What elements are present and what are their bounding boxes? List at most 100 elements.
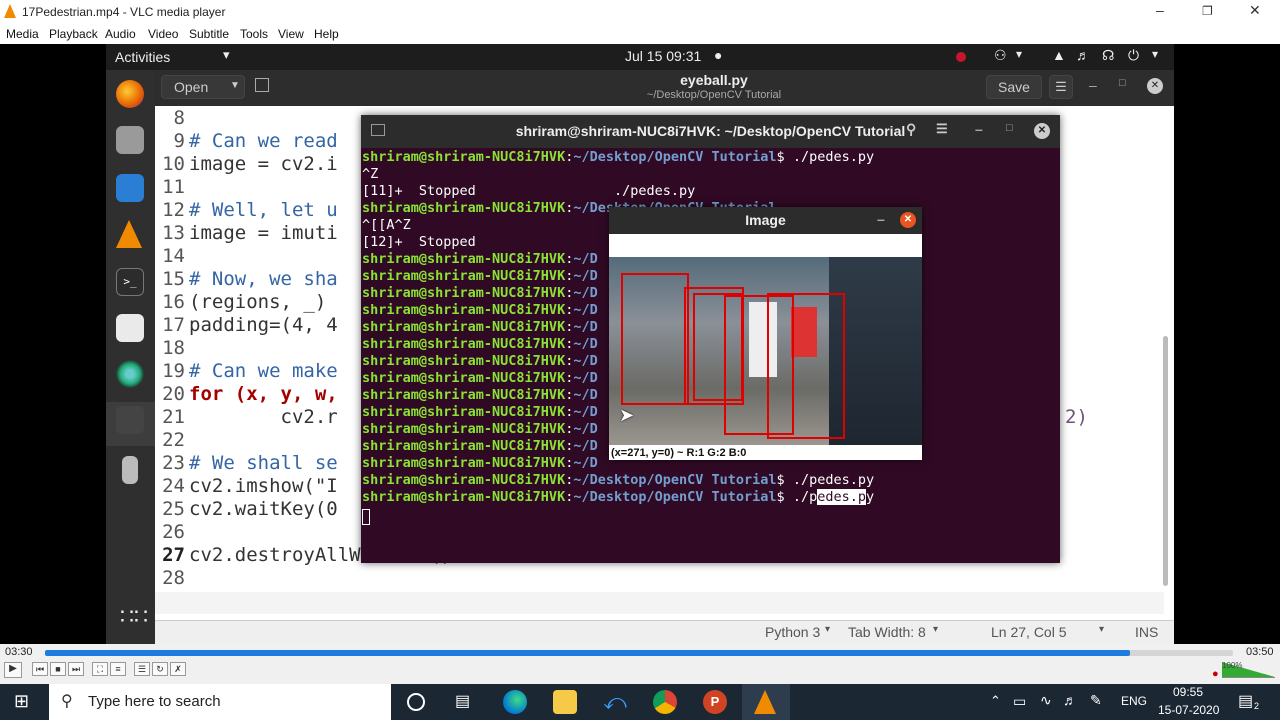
- close-icon[interactable]: ✕: [1034, 123, 1050, 139]
- taskbar-time[interactable]: 09:55: [1173, 685, 1203, 699]
- text-editor-icon[interactable]: [116, 314, 144, 342]
- pen-icon[interactable]: ✎: [1090, 692, 1102, 709]
- menu-audio[interactable]: Audio: [105, 27, 136, 41]
- notification-dot-icon: ●: [714, 47, 723, 63]
- language-selector[interactable]: Python 3: [765, 624, 820, 640]
- time-total: 03:50: [1246, 646, 1274, 658]
- windows-start-icon[interactable]: ⊞: [14, 691, 29, 712]
- mute-icon[interactable]: ●: [1212, 668, 1219, 680]
- stop-icon[interactable]: ■: [50, 662, 66, 676]
- notification-icon[interactable]: ▤: [1238, 691, 1253, 711]
- scrollbar[interactable]: [1163, 336, 1168, 586]
- previous-icon[interactable]: ⏮: [32, 662, 48, 676]
- save-button[interactable]: Save: [986, 75, 1042, 99]
- close-icon[interactable]: ✕: [1249, 2, 1261, 19]
- chevron-down-icon[interactable]: ▾: [933, 624, 938, 635]
- menu-view[interactable]: View: [278, 27, 304, 41]
- taskbar-date[interactable]: 15-07-2020: [1158, 703, 1219, 717]
- minimize-icon[interactable]: –: [877, 211, 885, 227]
- accessibility-icon[interactable]: ⚇: [994, 47, 1007, 64]
- code-line: (regions, _): [189, 291, 338, 313]
- chevron-down-icon[interactable]: ▾: [223, 47, 230, 63]
- minimize-icon[interactable]: –: [975, 121, 983, 137]
- maximize-icon[interactable]: □: [1119, 77, 1126, 89]
- prompt-path: ~/D: [573, 404, 598, 420]
- chevron-down-icon[interactable]: ▼: [230, 80, 240, 91]
- settings-icon[interactable]: ≡: [110, 662, 126, 676]
- close-icon[interactable]: ✕: [900, 212, 916, 228]
- prompt-user: shriram@shriram-NUC8i7HVK: [362, 455, 566, 471]
- prompt-path: ~/Desktop/OpenCV Tutorial: [573, 149, 777, 165]
- maximize-icon[interactable]: □: [1006, 122, 1013, 134]
- open-button[interactable]: Open: [174, 79, 208, 95]
- shuffle-icon[interactable]: ✗: [170, 662, 186, 676]
- pedestrian-photo[interactable]: ➤: [609, 257, 922, 445]
- wifi-icon[interactable]: ▲: [1052, 47, 1066, 63]
- chevron-down-icon[interactable]: ▾: [825, 624, 830, 635]
- taskbar-search[interactable]: ⚲ Type here to search: [49, 684, 391, 720]
- blank-icon[interactable]: [116, 406, 144, 434]
- chrome-icon[interactable]: [653, 690, 677, 714]
- usb-icon[interactable]: [122, 456, 138, 484]
- prompt-path: ~/D: [573, 438, 598, 454]
- next-icon[interactable]: ⏭: [68, 662, 84, 676]
- files-icon[interactable]: [116, 126, 144, 154]
- battery-icon[interactable]: ▭: [1013, 693, 1026, 710]
- record-icon[interactable]: [956, 52, 966, 62]
- menu-media[interactable]: Media: [6, 27, 39, 41]
- menu-video[interactable]: Video: [148, 27, 178, 41]
- chevron-down-icon[interactable]: ▾: [1152, 47, 1158, 61]
- apps-grid-icon[interactable]: ∷∷: [120, 606, 148, 628]
- chevron-up-icon[interactable]: ⌃: [990, 693, 1001, 709]
- menu-playback[interactable]: Playback: [49, 27, 98, 41]
- chevron-down-icon[interactable]: ▾: [1099, 624, 1104, 635]
- tab-width-selector[interactable]: Tab Width: 8: [848, 624, 926, 640]
- hamburger-menu-icon[interactable]: ☰: [1049, 75, 1073, 99]
- menu-tools[interactable]: Tools: [240, 27, 268, 41]
- seek-bar[interactable]: [45, 650, 1233, 656]
- loop-icon[interactable]: ↻: [152, 662, 168, 676]
- camera-icon[interactable]: [116, 360, 144, 388]
- cursor-position[interactable]: Ln 27, Col 5: [991, 624, 1067, 640]
- restore-icon[interactable]: ❐: [1202, 4, 1213, 18]
- file-explorer-icon[interactable]: [553, 690, 577, 714]
- chevron-down-icon[interactable]: ▾: [1016, 47, 1022, 61]
- playlist-icon[interactable]: ☰: [134, 662, 150, 676]
- prompt-user: shriram@shriram-NUC8i7HVK: [362, 319, 566, 335]
- play-icon[interactable]: ▶: [4, 662, 22, 678]
- menu-help[interactable]: Help: [314, 27, 339, 41]
- vlc-icon[interactable]: [116, 220, 142, 248]
- fullscreen-icon[interactable]: ⛶: [92, 662, 108, 676]
- power-icon[interactable]: ⏻: [1128, 47, 1139, 64]
- wifi-icon[interactable]: ∿: [1040, 692, 1052, 709]
- task-view-icon[interactable]: ▤: [455, 691, 470, 711]
- terminal-line: shriram@shriram-NUC8i7HVK:~/D: [362, 285, 598, 301]
- search-icon[interactable]: ⚲: [906, 121, 916, 138]
- terminal-line: [12]+ Stopped: [362, 234, 476, 250]
- line-number: 22: [162, 429, 185, 451]
- writer-icon[interactable]: [116, 174, 144, 202]
- prompt-user: shriram@shriram-NUC8i7HVK: [362, 472, 566, 488]
- minimize-icon[interactable]: –: [1156, 2, 1164, 18]
- language-indicator[interactable]: ENG: [1121, 694, 1147, 708]
- cortana-icon[interactable]: [407, 693, 425, 711]
- activities-button[interactable]: Activities: [115, 49, 170, 65]
- volume-icon[interactable]: ♬: [1076, 47, 1090, 63]
- powerpoint-icon[interactable]: P: [703, 690, 727, 714]
- minimize-icon[interactable]: –: [1089, 77, 1097, 93]
- clock[interactable]: Jul 15 09:31: [625, 48, 701, 64]
- line-number: 24: [162, 475, 185, 497]
- hamburger-menu-icon[interactable]: ☰: [936, 121, 948, 137]
- vlc-taskbar-active[interactable]: [742, 684, 790, 720]
- volume-icon[interactable]: ♬: [1063, 692, 1077, 708]
- close-icon[interactable]: ✕: [1147, 78, 1163, 94]
- terminal-icon[interactable]: >_: [116, 268, 144, 296]
- edge-icon[interactable]: [503, 690, 527, 714]
- firefox-icon[interactable]: [116, 80, 144, 108]
- menu-subtitle[interactable]: Subtitle: [189, 27, 229, 41]
- image-window: Image – ✕ ➤ (x=271, y=0) ~ R:1 G:2 B:0: [609, 207, 922, 460]
- microphone-icon[interactable]: ☊: [1102, 47, 1114, 64]
- prompt-user: shriram@shriram-NUC8i7HVK: [362, 438, 566, 454]
- new-tab-icon[interactable]: [255, 78, 269, 92]
- vscode-icon[interactable]: ⤺: [603, 690, 627, 714]
